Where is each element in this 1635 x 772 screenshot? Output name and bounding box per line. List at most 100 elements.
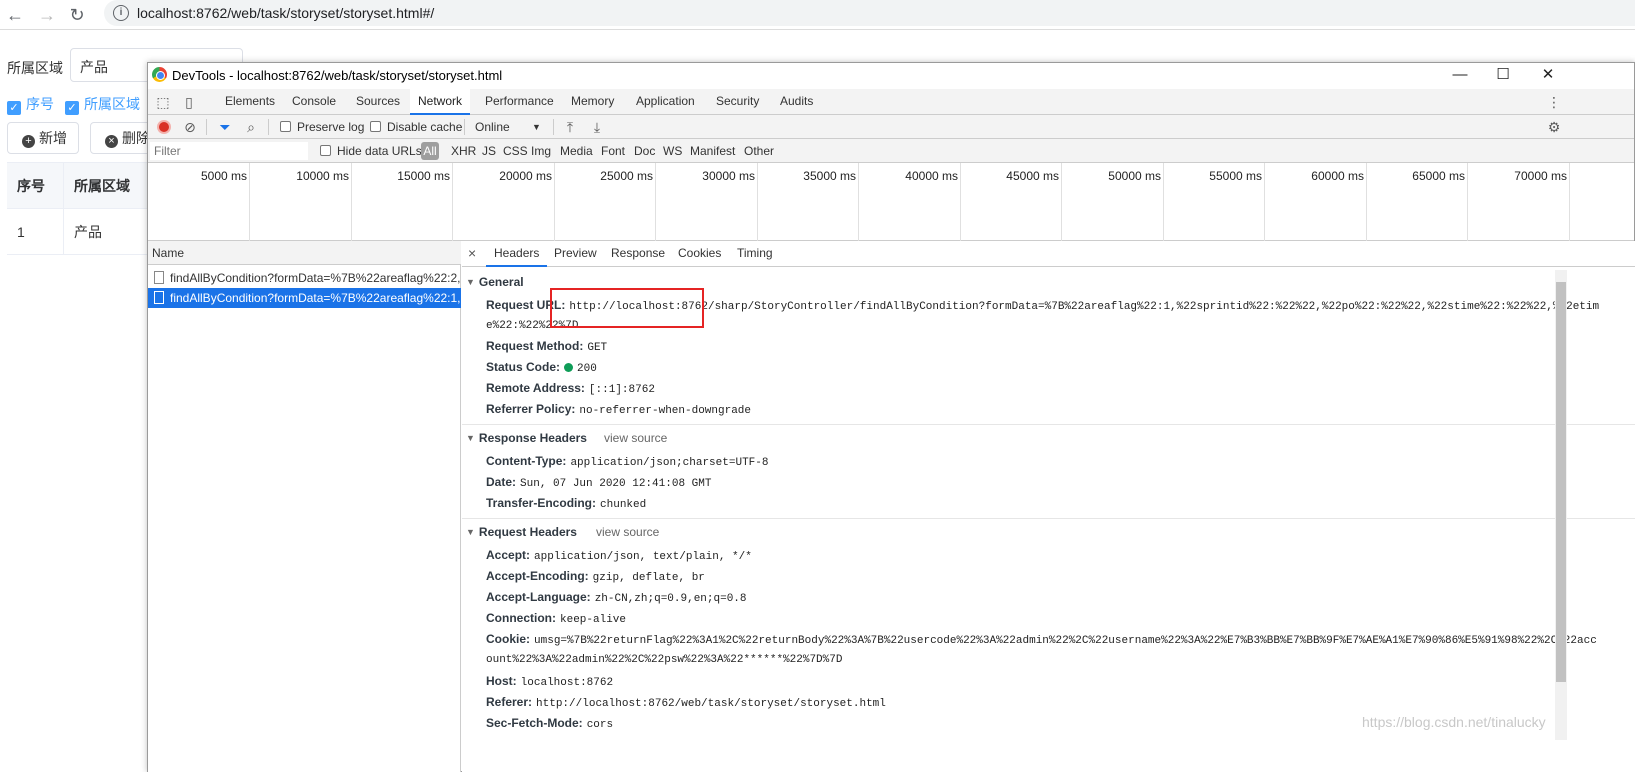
reload-icon[interactable]: ↻	[66, 4, 88, 26]
request-url-value: http://localhost:8762/sharp/StoryControl…	[569, 301, 1600, 313]
hide-data-urls-checkbox[interactable]	[320, 145, 331, 156]
maximize-icon[interactable]: ☐	[1493, 65, 1513, 85]
filter-type-doc[interactable]: Doc	[634, 144, 655, 158]
add-button[interactable]: + 新增	[7, 122, 79, 154]
timeline-tick-label: 65000 ms	[1412, 169, 1465, 183]
timeline-gridline	[1569, 163, 1570, 241]
chrome-logo-icon	[152, 67, 167, 82]
timeline-gridline	[452, 163, 453, 241]
tab-response[interactable]: Response	[603, 241, 673, 267]
network-toolbar: ⊘ ⏷ ⌕ Preserve log Disable cache Online …	[148, 115, 1634, 139]
request-row-selected[interactable]: findAllByCondition?formData=%7B%22areafl…	[148, 288, 461, 308]
tab-headers[interactable]: Headers	[486, 241, 548, 267]
header-row: Transfer-Encoding: chunked	[486, 496, 646, 511]
table-header-row: 序号 所属区域	[7, 163, 155, 209]
checkbox-area[interactable]: ✓ 所属区域	[65, 94, 140, 115]
record-icon[interactable]	[157, 120, 171, 134]
device-toolbar-icon[interactable]: ▯	[181, 94, 197, 110]
status-code-value: 200	[577, 363, 597, 375]
timeline-tick-label: 30000 ms	[702, 169, 755, 183]
import-har-icon[interactable]: ⤒	[562, 119, 578, 135]
header-value: localhost:8762	[520, 677, 614, 689]
address-bar[interactable]: i localhost:8762/web/task/storyset/story…	[104, 0, 1635, 26]
response-headers-toggle[interactable]: ▼ Response Headers	[466, 431, 587, 445]
filter-type-ws[interactable]: WS	[663, 144, 682, 158]
detail-scrollbar[interactable]	[1555, 270, 1567, 740]
filter-type-manifest[interactable]: Manifest	[690, 144, 735, 158]
forward-arrow-icon[interactable]: →	[36, 4, 58, 26]
preserve-log-checkbox[interactable]	[280, 121, 291, 132]
filter-type-xhr[interactable]: XHR	[451, 144, 476, 158]
tab-application[interactable]: Application	[628, 89, 703, 115]
filter-icon[interactable]: ⏷	[217, 119, 233, 135]
name-column-header[interactable]: Name	[148, 241, 461, 265]
filter-type-all[interactable]: All	[421, 142, 439, 160]
devtools-titlebar: DevTools - localhost:8762/web/task/story…	[148, 63, 1634, 87]
timeline-gridline	[1467, 163, 1468, 241]
network-overview-timeline[interactable]: 5000 ms 10000 ms 15000 ms 20000 ms 25000…	[148, 163, 1634, 241]
more-vertical-icon[interactable]: ⋮	[1546, 94, 1562, 110]
devtools-title: DevTools - localhost:8762/web/task/story…	[172, 68, 503, 83]
tab-memory[interactable]: Memory	[563, 89, 622, 115]
back-arrow-icon[interactable]: ←	[4, 4, 26, 26]
clear-icon[interactable]: ⊘	[182, 119, 198, 135]
timeline-gridline	[1264, 163, 1265, 241]
tab-security[interactable]: Security	[708, 89, 767, 115]
filter-type-other[interactable]: Other	[744, 144, 774, 158]
general-title: General	[478, 275, 524, 289]
table-row[interactable]: 1 产品	[7, 209, 155, 255]
tab-audits[interactable]: Audits	[772, 89, 821, 115]
add-button-label: 新增	[39, 130, 67, 146]
referrer-policy-key: Referrer Policy:	[486, 402, 576, 416]
header-row: Host: localhost:8762	[486, 674, 613, 689]
filter-type-img[interactable]: Img	[531, 144, 551, 158]
response-headers-title: Response Headers	[478, 431, 587, 445]
disable-cache-checkbox[interactable]	[370, 121, 381, 132]
table-header-cell: 所属区域	[64, 163, 155, 208]
search-icon[interactable]: ⌕	[243, 119, 259, 135]
tab-timing[interactable]: Timing	[729, 241, 781, 267]
url-text[interactable]: localhost:8762/web/task/storyset/storyse…	[137, 5, 434, 21]
header-key: Accept-Language:	[486, 590, 591, 604]
tab-performance[interactable]: Performance	[477, 89, 562, 115]
settings-gear-icon[interactable]: ⚙	[1546, 119, 1562, 135]
general-section-toggle[interactable]: ▼ General	[466, 275, 524, 289]
checkbox-seq[interactable]: ✓ 序号	[7, 94, 54, 115]
export-har-icon[interactable]: ⤓	[589, 119, 605, 135]
tab-preview[interactable]: Preview	[546, 241, 605, 267]
filter-type-font[interactable]: Font	[601, 144, 625, 158]
header-value: application/json;charset=UTF-8	[570, 457, 769, 469]
timeline-tick-label: 40000 ms	[905, 169, 958, 183]
remote-address-key: Remote Address:	[486, 381, 585, 395]
tab-sources[interactable]: Sources	[348, 89, 408, 115]
scrollbar-thumb[interactable]	[1556, 282, 1566, 682]
request-row[interactable]: findAllByCondition?formData=%7B%22areafl…	[148, 268, 461, 288]
tab-console[interactable]: Console	[284, 89, 344, 115]
timeline-gridline	[351, 163, 352, 241]
tab-network[interactable]: Network	[410, 89, 471, 115]
timeline-gridline	[858, 163, 859, 241]
minimize-icon[interactable]: —	[1450, 65, 1470, 85]
timeline-gridline	[960, 163, 961, 241]
request-view-source-link[interactable]: view source	[596, 525, 659, 539]
info-icon[interactable]: i	[113, 5, 129, 21]
area-select-value: 产品	[80, 59, 108, 75]
header-row: Content-Type: application/json;charset=UT…	[486, 454, 768, 469]
filter-type-media[interactable]: Media	[560, 144, 593, 158]
filter-input[interactable]	[150, 142, 308, 160]
response-view-source-link[interactable]: view source	[604, 431, 667, 445]
timeline-tick-label: 5000 ms	[200, 169, 247, 183]
close-icon[interactable]: ✕	[1538, 65, 1558, 85]
throttle-select[interactable]: Online	[475, 120, 510, 134]
filter-type-js[interactable]: JS	[482, 144, 496, 158]
inspect-element-icon[interactable]: ⬚	[155, 94, 171, 110]
tab-cookies[interactable]: Cookies	[670, 241, 729, 267]
check-icon: ✓	[65, 101, 79, 115]
dropdown-arrow-icon[interactable]: ▼	[532, 122, 541, 132]
filter-type-css[interactable]: CSS	[503, 144, 528, 158]
tab-elements[interactable]: Elements	[217, 89, 283, 115]
plus-circle-icon: +	[22, 135, 35, 148]
request-headers-toggle[interactable]: ▼ Request Headers	[466, 525, 577, 539]
header-value: cors	[586, 719, 614, 731]
close-detail-icon[interactable]: ×	[468, 245, 476, 261]
